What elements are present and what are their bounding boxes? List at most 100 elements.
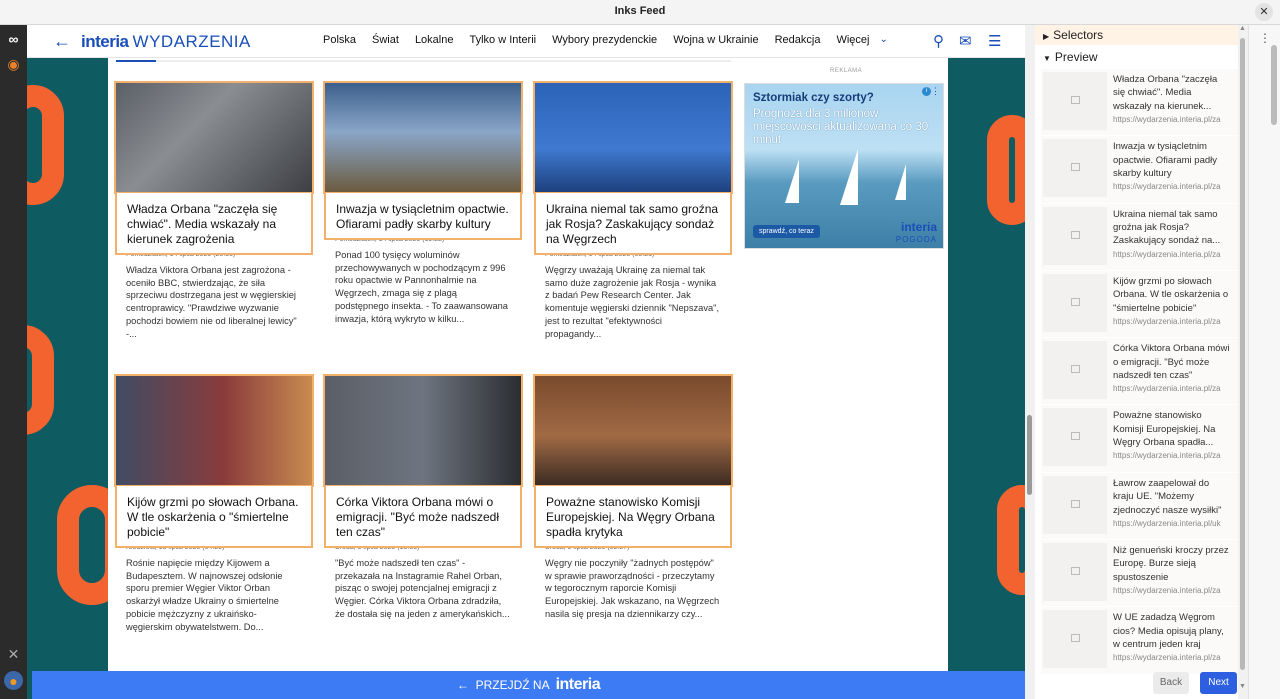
preview-item-title: Poważne stanowisko Komisji Europejskiej.… xyxy=(1113,410,1216,449)
article-image[interactable] xyxy=(323,374,523,487)
preview-item[interactable]: Niż genueński kroczy przez Europę. Burze… xyxy=(1041,540,1238,608)
article-image[interactable] xyxy=(114,374,314,487)
article-headline[interactable]: Władza Orbana "zaczęła się chwiać". Medi… xyxy=(115,193,313,255)
preview-item-url: https://wydarzenia.interia.pl/za xyxy=(1113,653,1221,663)
ad-menu-icon[interactable]: ⋮ xyxy=(931,86,940,97)
preview-item[interactable]: Córka Viktora Orbana mówi o emigracji. "… xyxy=(1041,338,1238,406)
nav-item-lokalne[interactable]: Lokalne xyxy=(415,34,454,46)
user-avatar-icon[interactable]: ● xyxy=(4,671,23,690)
image-placeholder-icon xyxy=(1043,475,1107,534)
image-placeholder-icon xyxy=(1043,408,1107,467)
preview-item-url: https://wydarzenia.interia.pl/za xyxy=(1113,316,1221,326)
menu-icon[interactable]: ☰ xyxy=(988,32,1001,50)
mail-icon[interactable]: ✉ xyxy=(959,32,972,50)
next-button[interactable]: Next xyxy=(1200,672,1237,694)
site-header: ← interia WYDARZENIA Polska Świat Lokalne… xyxy=(27,25,1025,58)
preview-item-url: https://wydarzenia.interia.pl/za xyxy=(1113,586,1221,596)
search-icon[interactable]: ⚲ xyxy=(933,32,944,50)
nav-item-wojna[interactable]: Wojna w Ukrainie xyxy=(673,34,758,46)
advertisement-banner[interactable]: i ⋮ Sztormiak czy szorty? Prognoza dla 3… xyxy=(744,83,944,249)
ad-brand: interia xyxy=(900,220,937,234)
article-excerpt: "Być może nadszedł ten czas" - przekazał… xyxy=(335,558,510,619)
chevron-down-icon[interactable]: ⌄ xyxy=(879,34,887,46)
infinity-logo-icon[interactable]: ∞ xyxy=(4,29,23,48)
tab-underline xyxy=(116,60,731,62)
ad-choices-icon[interactable]: i xyxy=(922,87,931,96)
scroll-up-icon[interactable]: ▲ xyxy=(1239,25,1246,32)
article-headline[interactable]: Kijów grzmi po słowach Orbana. W tle osk… xyxy=(115,486,313,548)
preview-item-url: https://wydarzenia.interia.pl/za xyxy=(1113,451,1221,461)
back-arrow-icon[interactable]: ← xyxy=(53,31,71,52)
logo-main: interia xyxy=(81,32,129,51)
sailboat-graphic xyxy=(785,159,799,203)
image-placeholder-icon xyxy=(1043,543,1107,602)
preview-item-url: https://wydarzenia.interia.pl/za xyxy=(1113,249,1221,259)
preview-item[interactable]: Kijów grzmi po słowach Orbana. W tle osk… xyxy=(1041,270,1238,339)
article-excerpt: Węgry nie poczyniły "żadnych postępów" w… xyxy=(545,558,720,619)
article-card[interactable]: Ukraina niemal tak samo groźna jak Rosja… xyxy=(533,81,733,340)
preview-item-url: https://wydarzenia.interia.pl/za xyxy=(1113,384,1221,394)
window-edge: ⋮ xyxy=(1248,25,1280,699)
image-placeholder-icon xyxy=(1043,273,1107,332)
ad-cta-button[interactable]: sprawdź, co teraz xyxy=(753,225,820,238)
nav-item-wybory[interactable]: Wybory prezydenckie xyxy=(552,34,657,46)
preview-item-url: https://wydarzenia.interia.pl/uk xyxy=(1113,518,1221,528)
close-icon[interactable]: ✕ xyxy=(1255,3,1273,21)
article-excerpt: Węgrzy uważają Ukrainę za niemal tak sam… xyxy=(545,265,720,339)
main-nav: Polska Świat Lokalne Tylko w Interii Wyb… xyxy=(323,34,888,46)
nav-item-polska[interactable]: Polska xyxy=(323,34,356,46)
preview-item[interactable]: Ukraina niemal tak samo groźna jak Rosja… xyxy=(1041,203,1238,271)
more-options-icon[interactable]: ⋮ xyxy=(1259,31,1271,45)
feed-panel: ▶ Selectors ▼ Preview Władza Orbana "zaczę… xyxy=(1035,25,1238,699)
background-decoration xyxy=(997,485,1025,595)
background-decoration xyxy=(987,115,1025,225)
cross-tools-icon[interactable]: ✕ xyxy=(4,645,23,664)
webpage-viewport: ← interia WYDARZENIA Polska Świat Lokalne… xyxy=(27,25,1025,699)
window-titlebar: Inks Feed ✕ xyxy=(0,0,1280,25)
article-card[interactable]: Kijów grzmi po słowach Orbana. W tle osk… xyxy=(114,374,314,633)
extension-sidebar: ∞ ◉ ✕ ● xyxy=(0,25,27,699)
panel-scrollbar[interactable]: ▲ ▼ xyxy=(1238,25,1248,699)
article-headline[interactable]: Ukraina niemal tak samo groźna jak Rosja… xyxy=(534,193,732,255)
scroll-down-icon[interactable]: ▼ xyxy=(1239,683,1246,690)
preview-item[interactable]: Inwazja w tysiącletnim opactwie. Ofiaram… xyxy=(1041,136,1238,204)
preview-label: Preview xyxy=(1054,50,1098,64)
ad-headline: Sztormiak czy szorty? xyxy=(753,92,874,104)
nav-item-wiecej[interactable]: Więcej xyxy=(836,34,869,46)
triangle-right-icon: ▶ xyxy=(1043,32,1050,41)
nav-item-redakcja[interactable]: Redakcja xyxy=(775,34,821,46)
preview-item-title: Niż genueński kroczy przez Europę. Burze… xyxy=(1113,545,1229,583)
window-title: Inks Feed xyxy=(614,5,666,17)
article-image[interactable] xyxy=(323,81,523,194)
preview-toggle[interactable]: ▼ Preview xyxy=(1035,47,1238,67)
preview-item[interactable]: Władza Orbana "zaczęła się chwiać". Medi… xyxy=(1041,69,1238,137)
article-headline[interactable]: Inwazja w tysiącletnim opactwie. Ofiaram… xyxy=(324,193,522,240)
logo-section: WYDARZENIA xyxy=(132,32,251,51)
article-card[interactable]: Władza Orbana "zaczęła się chwiać". Medi… xyxy=(114,81,314,340)
article-image[interactable] xyxy=(533,374,733,487)
article-card[interactable]: Poważne stanowisko Komisji Europejskiej.… xyxy=(533,374,733,621)
article-excerpt: Władza Viktora Orbana jest zagrożona - o… xyxy=(126,265,297,339)
preview-item-title: Ławrow zaapelował do kraju UE. "Możemy z… xyxy=(1113,477,1222,516)
preview-item[interactable]: Poważne stanowisko Komisji Europejskiej.… xyxy=(1041,405,1238,473)
site-logo[interactable]: interia WYDARZENIA xyxy=(81,32,251,52)
article-card[interactable]: Córka Viktora Orbana mówi o emigracji. "… xyxy=(323,374,523,621)
preview-item[interactable]: W UE zadadzą Węgrom cios? Media opisują … xyxy=(1041,607,1238,675)
nav-item-swiat[interactable]: Świat xyxy=(372,34,399,46)
article-headline[interactable]: Poważne stanowisko Komisji Europejskiej.… xyxy=(534,486,732,548)
article-headline[interactable]: Córka Viktora Orbana mówi o emigracji. "… xyxy=(324,486,522,548)
preview-item[interactable]: Ławrow zaapelował do kraju UE. "Możemy z… xyxy=(1041,472,1238,541)
article-image[interactable] xyxy=(533,81,733,194)
back-button[interactable]: Back xyxy=(1153,672,1189,694)
selectors-toggle[interactable]: ▶ Selectors xyxy=(1035,25,1238,45)
article-excerpt: Rośnie napięcie między Kijowem a Budapes… xyxy=(126,558,283,632)
page-scrollbar[interactable] xyxy=(1025,25,1035,699)
article-image[interactable] xyxy=(114,81,314,194)
go-to-interia-banner[interactable]: ← PRZEJDŹ NA interia xyxy=(32,671,1025,699)
nav-item-tylko-w-interii[interactable]: Tylko w Interii xyxy=(469,34,536,46)
article-card[interactable]: Inwazja w tysiącletnim opactwie. Ofiaram… xyxy=(323,81,523,325)
rss-icon[interactable]: ◉ xyxy=(4,55,23,74)
image-placeholder-icon xyxy=(1043,341,1107,400)
image-placeholder-icon xyxy=(1043,610,1107,669)
window-scrollbar[interactable] xyxy=(1271,45,1277,125)
